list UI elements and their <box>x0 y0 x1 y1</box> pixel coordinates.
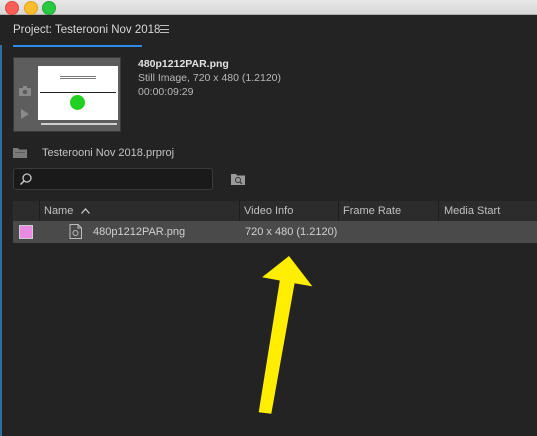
column-header-name[interactable]: Name <box>44 205 73 217</box>
active-tab-underline <box>13 45 142 47</box>
project-folder-icon <box>13 148 27 158</box>
clip-file-name: 480p1212PAR.png <box>138 58 229 70</box>
search-input[interactable] <box>13 168 213 190</box>
table-header: Name Video Info Frame Rate Media Start <box>13 201 537 222</box>
play-icon[interactable] <box>21 109 29 119</box>
still-image-file-icon <box>69 224 82 239</box>
clip-type-info: Still Image, 720 x 480 (1.2120) <box>138 72 282 84</box>
sort-ascending-icon[interactable] <box>81 208 90 214</box>
column-header-frame-rate[interactable]: Frame Rate <box>343 205 401 217</box>
panel-focus-edge <box>0 15 2 436</box>
column-header-video-info[interactable]: Video Info <box>244 205 293 217</box>
close-window-button[interactable] <box>5 1 19 15</box>
window-titlebar <box>0 0 537 15</box>
camera-icon[interactable] <box>19 86 31 96</box>
column-header-media-start[interactable]: Media Start <box>444 205 500 217</box>
zoom-window-button[interactable] <box>42 1 56 15</box>
table-row[interactable]: 480p1212PAR.png 720 x 480 (1.2120) <box>13 221 537 243</box>
clip-duration: 00:00:09:29 <box>138 86 194 98</box>
search-icon <box>19 173 32 186</box>
project-file-name: Testerooni Nov 2018.prproj <box>42 147 175 159</box>
panel-title[interactable]: Project: Testerooni Nov 2018 <box>13 24 160 36</box>
column-separator[interactable] <box>39 201 40 221</box>
label-color-chip[interactable] <box>19 225 33 239</box>
thumbnail-image <box>38 66 118 120</box>
column-separator[interactable] <box>338 201 339 221</box>
row-file-name[interactable]: 480p1212PAR.png <box>93 226 185 238</box>
new-search-bin-icon[interactable] <box>231 173 245 185</box>
hamburger-icon[interactable] <box>160 25 169 33</box>
minimize-window-button[interactable] <box>24 1 38 15</box>
panel-tab-bar: Project: Testerooni Nov 2018 <box>0 15 537 47</box>
row-video-info: 720 x 480 (1.2120) <box>245 226 338 238</box>
preview-thumbnail[interactable] <box>13 57 121 132</box>
thumbnail-scrubber[interactable] <box>41 123 117 125</box>
column-separator[interactable] <box>438 201 439 221</box>
clip-metadata: 480p1212PAR.png Still Image, 720 x 480 (… <box>138 57 281 99</box>
column-separator[interactable] <box>239 201 240 221</box>
